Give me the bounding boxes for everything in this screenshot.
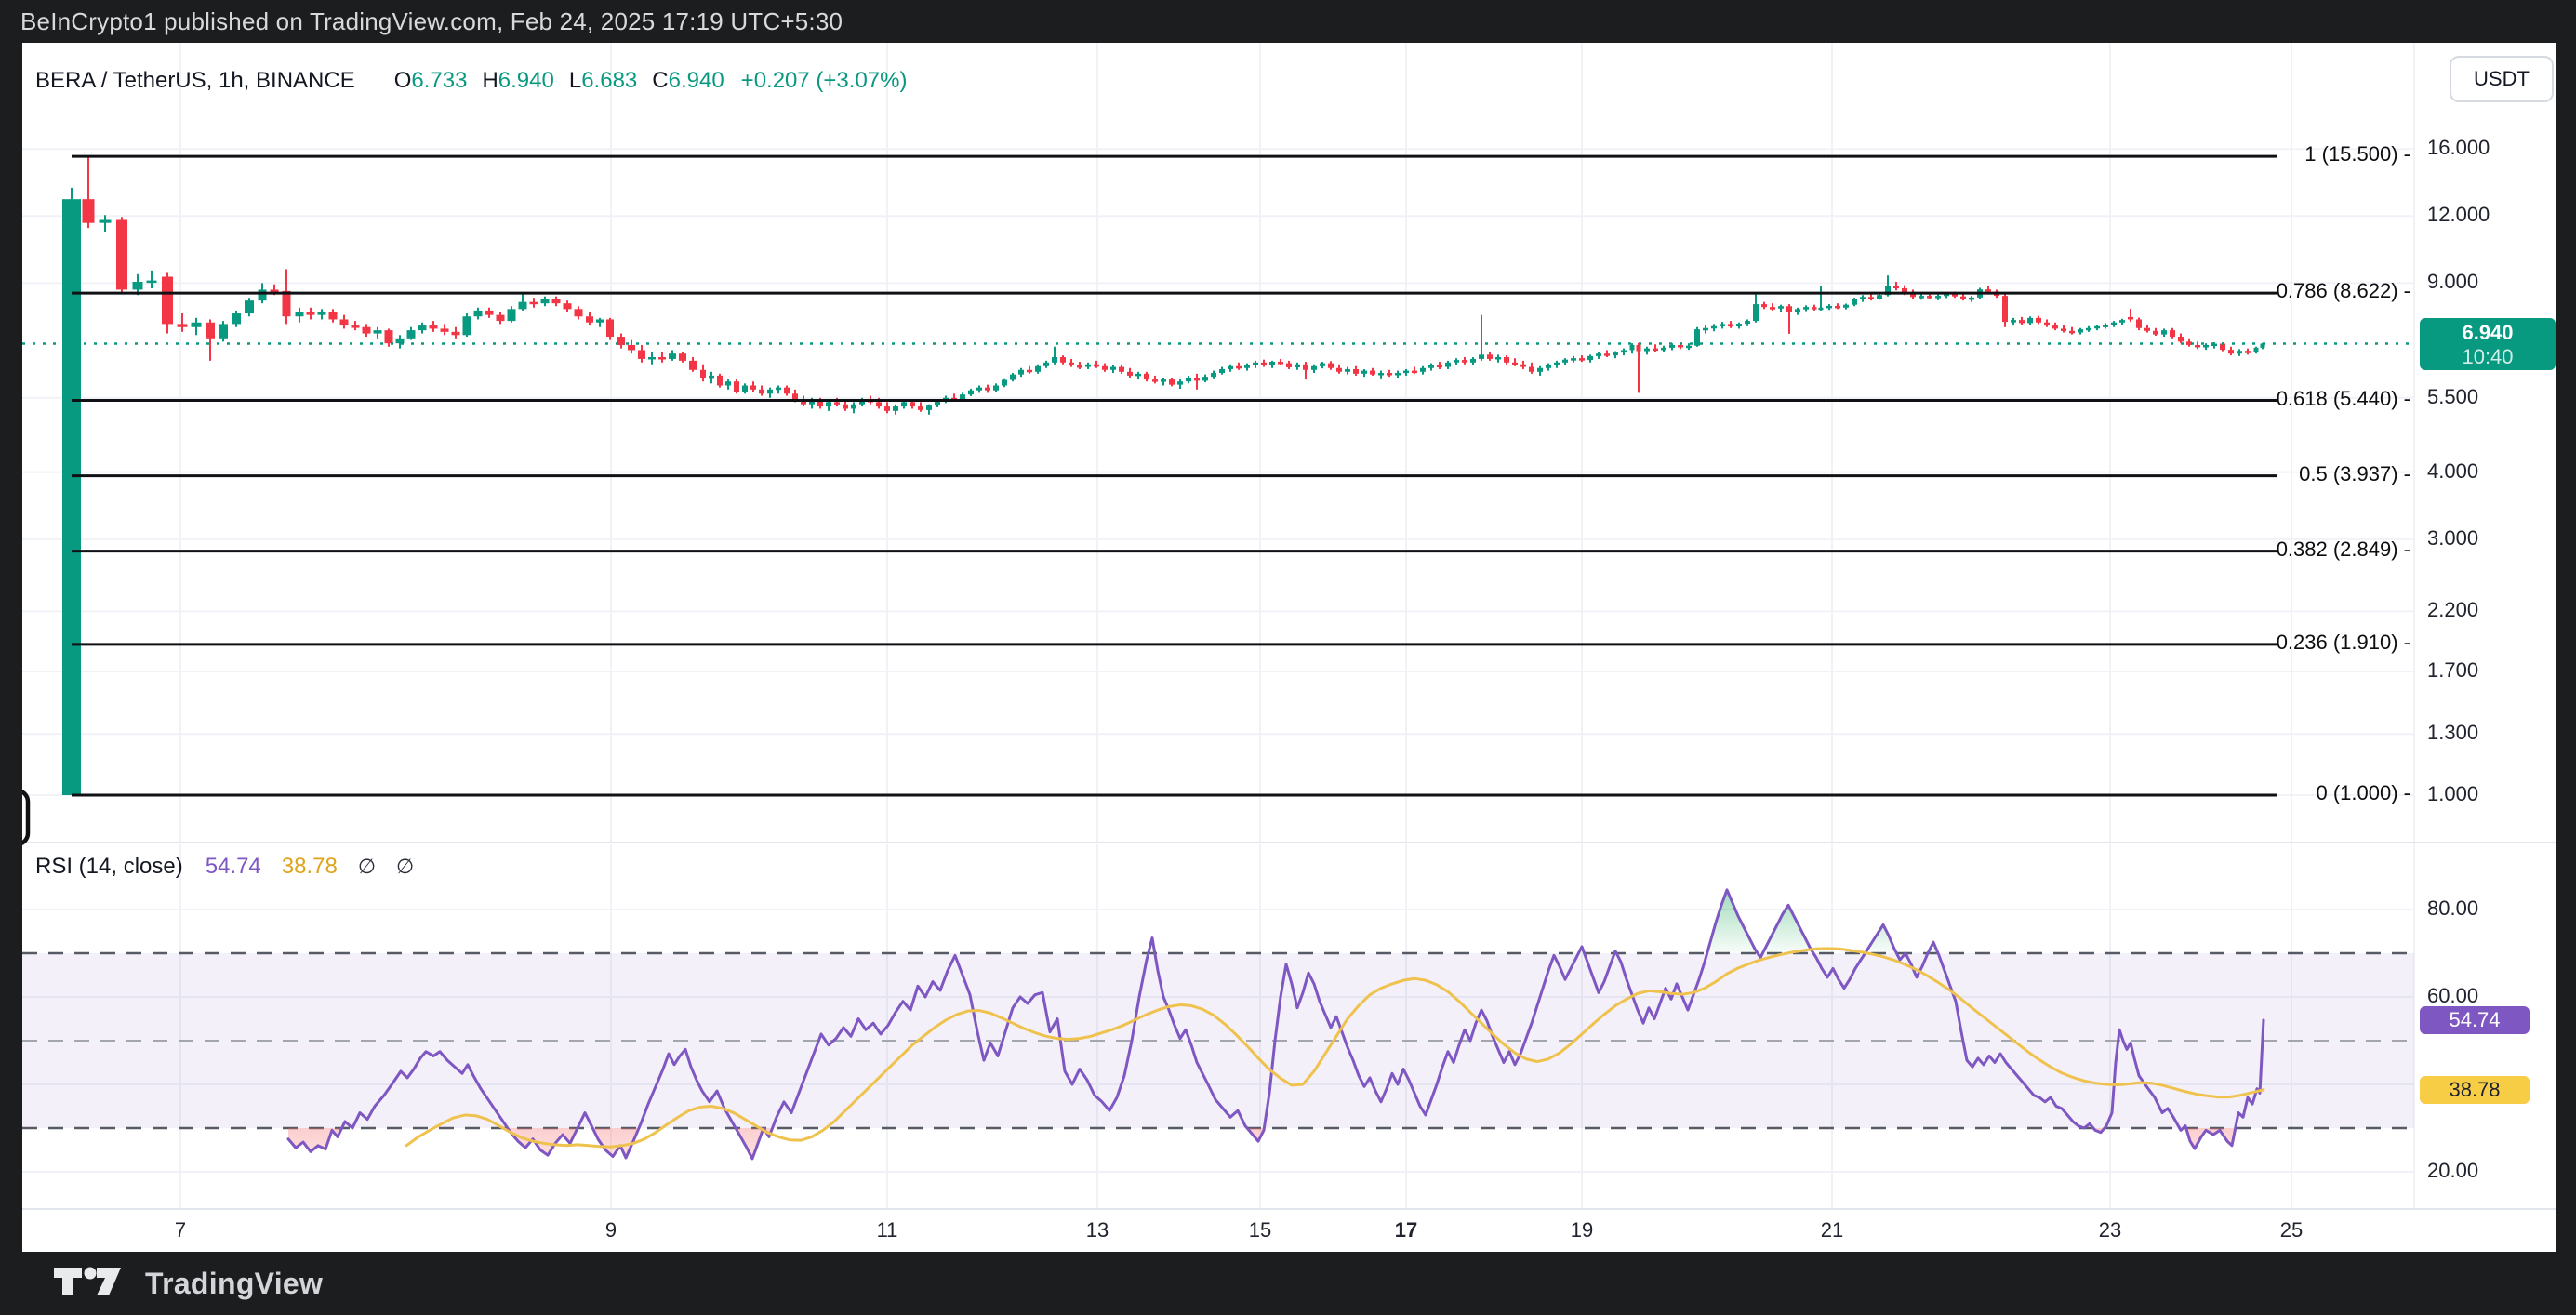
fib-level-label: 1 (15.500) - — [1999, 142, 2410, 166]
rsi-legend-title[interactable]: RSI (14, close) — [35, 854, 183, 880]
price-axis-tick: 12.000 — [2427, 203, 2490, 227]
rsi-ma-value-badge: 38.78 — [2420, 1076, 2530, 1104]
rsi-legend-value: 54.74 — [206, 854, 261, 880]
right-frame — [2556, 43, 2576, 1252]
fib-level-label: 0.236 (1.910) - — [1999, 631, 2410, 655]
ohlc-open-label: O — [394, 68, 412, 94]
publish-header: BeInCrypto1 published on TradingView.com… — [0, 0, 2576, 43]
ohlc-high-value: 6.940 — [498, 68, 554, 94]
publish-header-text: BeInCrypto1 published on TradingView.com… — [20, 7, 843, 36]
price-axis-tick: 16.000 — [2427, 136, 2490, 160]
ohlc-open-value: 6.733 — [411, 68, 467, 94]
time-axis-label: 11 — [877, 1218, 898, 1242]
time-axis-label: 21 — [1821, 1218, 1843, 1242]
chart-canvas[interactable] — [0, 0, 2576, 1315]
price-axis-tick: 1.000 — [2427, 782, 2478, 806]
rsi-axis-tick: 80.00 — [2427, 897, 2478, 921]
fib-level-label: 0.786 (8.622) - — [1999, 279, 2410, 303]
tradingview-snapshot: BeInCrypto1 published on TradingView.com… — [0, 0, 2576, 1315]
rsi-ma-legend-value: 38.78 — [282, 854, 338, 880]
last-price-value: 6.940 — [2462, 320, 2513, 345]
ohlc-close-value: 6.940 — [669, 68, 724, 94]
price-axis-tick: 9.000 — [2427, 270, 2478, 294]
time-axis-label: 19 — [1571, 1218, 1593, 1242]
last-price-badge: 6.940 10:40 — [2420, 318, 2556, 370]
price-axis-tick: 5.500 — [2427, 385, 2478, 409]
ohlc-close-label: C — [652, 68, 668, 94]
price-change-value: +0.207 (+3.07%) — [741, 68, 908, 94]
rsi-axis-tick: 60.00 — [2427, 984, 2478, 1008]
time-axis-label: 17 — [1395, 1218, 1417, 1242]
price-axis-tick: 1.700 — [2427, 658, 2478, 683]
time-axis-label: 13 — [1086, 1218, 1109, 1242]
time-axis-label: 15 — [1249, 1218, 1271, 1242]
rsi-axis-tick: 20.00 — [2427, 1159, 2478, 1183]
rsi-lower-band-empty-icon: ∅ — [396, 855, 414, 879]
last-price-countdown: 10:40 — [2462, 345, 2513, 368]
time-axis-label: 9 — [605, 1218, 617, 1242]
time-axis-label: 23 — [2099, 1218, 2121, 1242]
rsi-upper-band-empty-icon: ∅ — [358, 855, 376, 879]
ohlc-low-label: L — [569, 68, 581, 94]
fib-level-label: 0.382 (2.849) - — [1999, 538, 2410, 562]
symbol-title[interactable]: BERA / TetherUS, 1h, BINANCE — [35, 68, 355, 94]
fib-level-label: 0.5 (3.937) - — [1999, 462, 2410, 486]
fib-level-label: 0 (1.000) - — [1999, 781, 2410, 805]
time-axis-label: 25 — [2280, 1218, 2303, 1242]
ohlc-low-value: 6.683 — [581, 68, 637, 94]
symbol-legend: BERA / TetherUS, 1h, BINANCE O 6.733 H 6… — [35, 65, 907, 97]
fib-level-label: 0.618 (5.440) - — [1999, 387, 2410, 411]
bottom-frame: TradingView — [0, 1252, 2576, 1315]
rsi-value-badge: 54.74 — [2420, 1006, 2530, 1034]
price-axis-tick: 4.000 — [2427, 459, 2478, 484]
price-axis-tick: 1.300 — [2427, 721, 2478, 745]
tradingview-logo-icon[interactable] — [52, 1261, 132, 1307]
time-axis-label: 7 — [175, 1218, 186, 1242]
ohlc-high-label: H — [482, 68, 498, 94]
rsi-legend: RSI (14, close) 54.74 38.78 ∅ ∅ — [35, 852, 414, 882]
currency-toggle-button[interactable]: USDT — [2450, 56, 2554, 102]
price-axis-tick: 3.000 — [2427, 526, 2478, 551]
tradingview-wordmark[interactable]: TradingView — [145, 1267, 323, 1301]
price-axis-tick: 2.200 — [2427, 598, 2478, 622]
left-frame — [0, 43, 22, 1252]
